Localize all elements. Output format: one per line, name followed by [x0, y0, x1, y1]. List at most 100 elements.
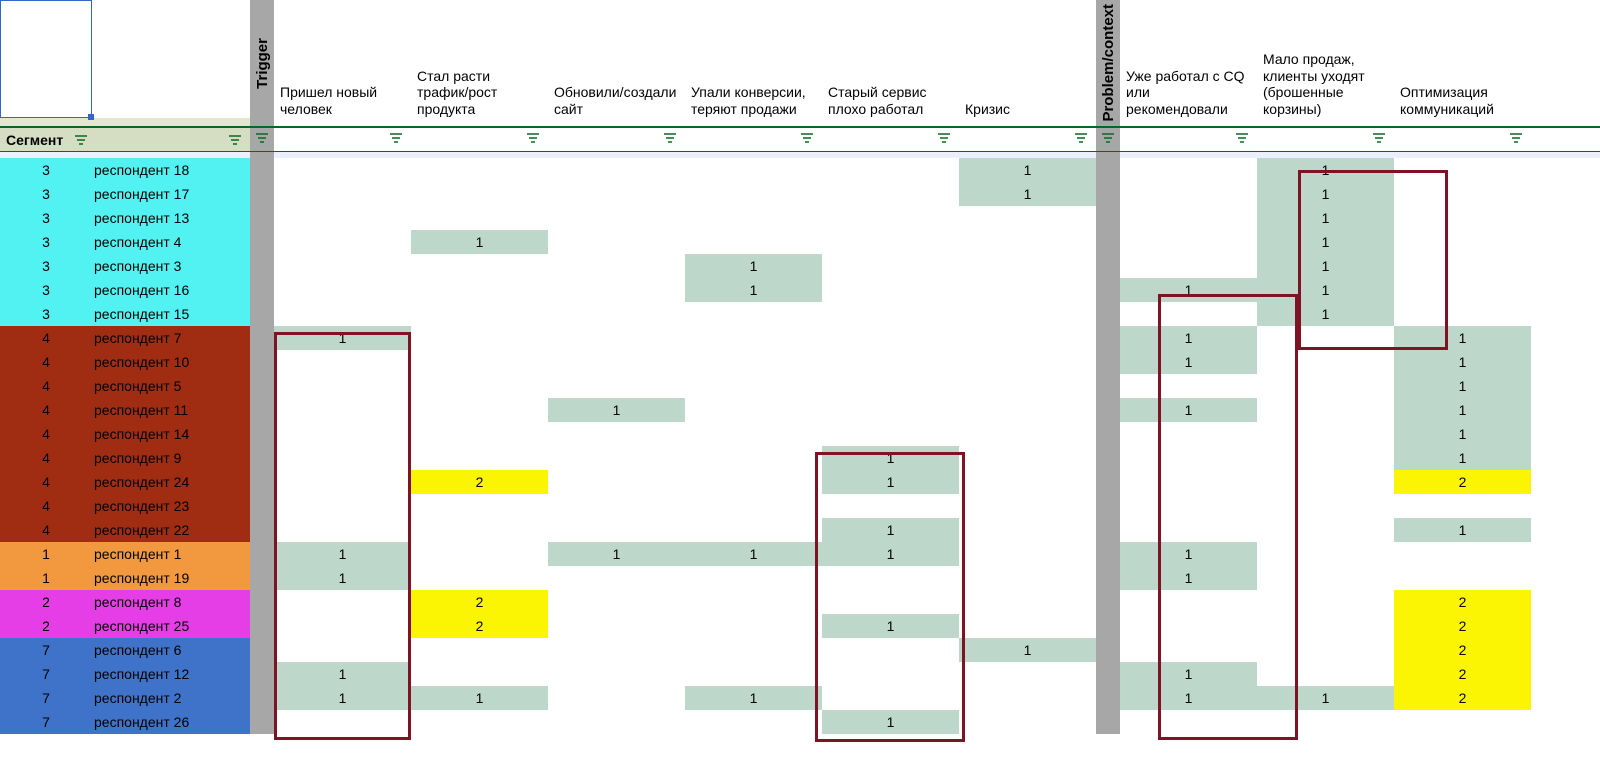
table-row[interactable]: 7респондент 261	[0, 710, 1600, 734]
data-cell[interactable]: 1	[1120, 662, 1257, 686]
respondent-cell[interactable]: респондент 4	[92, 230, 250, 254]
segment-cell[interactable]: 3	[0, 230, 92, 254]
data-cell[interactable]	[274, 350, 411, 374]
data-cell[interactable]	[822, 398, 959, 422]
data-cell[interactable]	[685, 470, 822, 494]
data-cell[interactable]	[1257, 542, 1394, 566]
segment-cell[interactable]: 3	[0, 302, 92, 326]
data-cell[interactable]: 1	[959, 182, 1096, 206]
filter-cell[interactable]	[959, 128, 1096, 151]
data-cell[interactable]	[1394, 710, 1531, 734]
data-cell[interactable]	[1257, 518, 1394, 542]
respondent-cell[interactable]: респондент 14	[92, 422, 250, 446]
data-cell[interactable]: 1	[1120, 350, 1257, 374]
data-cell[interactable]: 1	[1257, 230, 1394, 254]
data-cell[interactable]	[959, 470, 1096, 494]
data-cell[interactable]	[822, 158, 959, 182]
segment-cell[interactable]: 2	[0, 590, 92, 614]
col-header[interactable]: Обновили/создали сайт	[548, 0, 685, 126]
respondent-cell[interactable]: респондент 9	[92, 446, 250, 470]
data-cell[interactable]	[411, 446, 548, 470]
data-cell[interactable]	[959, 686, 1096, 710]
data-cell[interactable]	[548, 182, 685, 206]
table-row[interactable]: 4респондент 911	[0, 446, 1600, 470]
data-cell[interactable]: 1	[1257, 686, 1394, 710]
table-row[interactable]: 4респондент 23	[0, 494, 1600, 518]
data-cell[interactable]	[274, 470, 411, 494]
filter-cell[interactable]	[274, 128, 411, 151]
data-cell[interactable]	[822, 494, 959, 518]
data-cell[interactable]: 1	[411, 230, 548, 254]
respondent-cell[interactable]: респондент 11	[92, 398, 250, 422]
data-cell[interactable]: 1	[548, 398, 685, 422]
data-cell[interactable]	[274, 590, 411, 614]
table-row[interactable]: 4респондент 51	[0, 374, 1600, 398]
data-cell[interactable]: 1	[1120, 566, 1257, 590]
respondent-cell[interactable]: респондент 23	[92, 494, 250, 518]
data-cell[interactable]	[959, 374, 1096, 398]
segment-cell[interactable]: 4	[0, 446, 92, 470]
table-row[interactable]: 4респондент 24212	[0, 470, 1600, 494]
data-cell[interactable]	[959, 542, 1096, 566]
data-cell[interactable]	[548, 710, 685, 734]
data-cell[interactable]	[685, 566, 822, 590]
data-cell[interactable]	[822, 326, 959, 350]
data-cell[interactable]	[959, 614, 1096, 638]
data-cell[interactable]: 2	[1394, 614, 1531, 638]
data-cell[interactable]: 2	[1394, 686, 1531, 710]
data-cell[interactable]: 1	[274, 662, 411, 686]
data-cell[interactable]	[548, 278, 685, 302]
segment-cell[interactable]: 4	[0, 350, 92, 374]
segment-cell[interactable]: 3	[0, 182, 92, 206]
data-cell[interactable]	[1120, 206, 1257, 230]
data-cell[interactable]	[1394, 206, 1531, 230]
respondent-cell[interactable]: респондент 3	[92, 254, 250, 278]
data-cell[interactable]	[822, 374, 959, 398]
data-cell[interactable]	[1257, 710, 1394, 734]
data-cell[interactable]	[685, 206, 822, 230]
data-cell[interactable]	[685, 710, 822, 734]
data-cell[interactable]: 2	[1394, 638, 1531, 662]
data-cell[interactable]	[1257, 494, 1394, 518]
data-cell[interactable]	[274, 230, 411, 254]
data-cell[interactable]: 1	[1394, 398, 1531, 422]
data-cell[interactable]: 1	[959, 158, 1096, 182]
table-row[interactable]: 4респондент 2211	[0, 518, 1600, 542]
data-cell[interactable]	[411, 326, 548, 350]
data-cell[interactable]: 1	[1394, 374, 1531, 398]
data-cell[interactable]	[548, 254, 685, 278]
data-cell[interactable]	[1257, 566, 1394, 590]
data-cell[interactable]: 2	[1394, 470, 1531, 494]
respondent-cell[interactable]: респондент 2	[92, 686, 250, 710]
respondent-cell[interactable]: респондент 8	[92, 590, 250, 614]
data-cell[interactable]	[1394, 254, 1531, 278]
respondent-cell[interactable]: респондент 13	[92, 206, 250, 230]
respondent-cell[interactable]: респондент 19	[92, 566, 250, 590]
segment-cell[interactable]: 3	[0, 158, 92, 182]
data-cell[interactable]: 1	[1257, 254, 1394, 278]
data-cell[interactable]	[1257, 614, 1394, 638]
data-cell[interactable]: 1	[1257, 158, 1394, 182]
data-cell[interactable]	[1120, 302, 1257, 326]
data-cell[interactable]	[1120, 494, 1257, 518]
filter-cell[interactable]	[548, 128, 685, 151]
data-cell[interactable]	[1394, 158, 1531, 182]
data-cell[interactable]	[822, 590, 959, 614]
data-cell[interactable]	[822, 206, 959, 230]
data-cell[interactable]	[548, 206, 685, 230]
respondent-cell[interactable]: респондент 25	[92, 614, 250, 638]
data-cell[interactable]: 2	[411, 614, 548, 638]
data-cell[interactable]	[959, 254, 1096, 278]
col-header[interactable]: Старый сервис плохо работал	[822, 0, 959, 126]
data-cell[interactable]	[685, 326, 822, 350]
segment-filter-header[interactable]: Сегмент	[0, 128, 250, 151]
data-cell[interactable]	[274, 518, 411, 542]
data-cell[interactable]	[274, 710, 411, 734]
data-cell[interactable]: 2	[1394, 590, 1531, 614]
filter-icon[interactable]	[226, 134, 244, 146]
respondent-cell[interactable]: респондент 12	[92, 662, 250, 686]
segment-cell[interactable]: 1	[0, 566, 92, 590]
data-cell[interactable]: 1	[1394, 422, 1531, 446]
data-cell[interactable]	[685, 518, 822, 542]
data-cell[interactable]: 2	[411, 470, 548, 494]
